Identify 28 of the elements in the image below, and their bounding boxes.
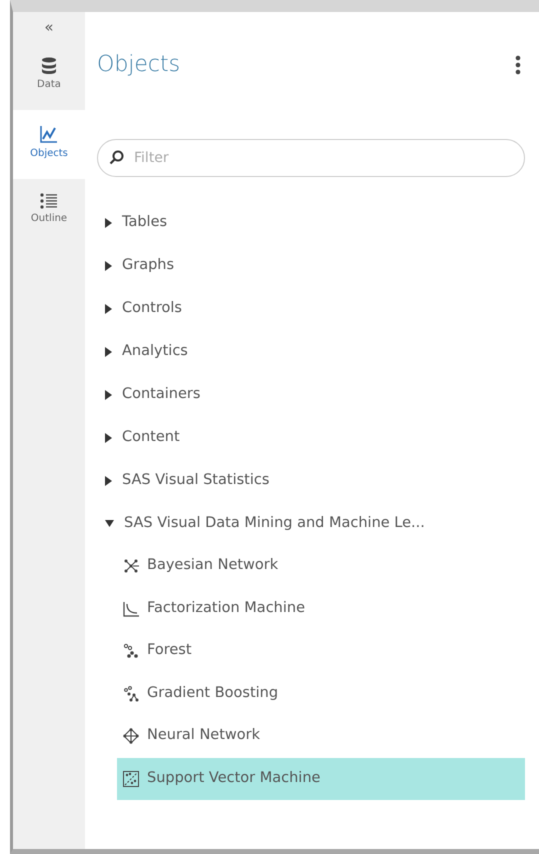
tree-item[interactable]: Tables (97, 201, 525, 244)
line-chart-icon (39, 124, 59, 144)
curve-chart-icon (123, 600, 139, 617)
tree-item[interactable]: Content (97, 416, 525, 459)
tree-item[interactable]: Graphs (97, 244, 525, 287)
tree-item[interactable]: Containers (97, 373, 525, 416)
tree-item[interactable]: Controls (97, 287, 525, 330)
network-icon (123, 558, 139, 574)
collapse-button[interactable]: « (44, 12, 54, 42)
tree-item[interactable]: SAS Visual Data Mining and Machine Le... (97, 502, 525, 545)
tree-item[interactable]: SAS Visual Statistics (97, 459, 525, 502)
tree-item[interactable]: Neural Network (117, 715, 525, 758)
database-icon (41, 56, 57, 74)
tree-item[interactable]: Analytics (97, 330, 525, 373)
scatter-icon (123, 770, 139, 787)
tree-dots-icon (123, 686, 139, 702)
tree-item[interactable]: Support Vector Machine (117, 758, 525, 800)
sidebar-tab[interactable]: Objects (13, 110, 85, 178)
tree-item[interactable]: Factorization Machine (117, 588, 525, 630)
panel-title: Objects (97, 51, 180, 79)
network-icon (123, 728, 139, 744)
search-icon (109, 150, 124, 165)
tree-item[interactable]: Forest (117, 630, 525, 672)
list-icon (40, 192, 58, 208)
tree-item[interactable]: Bayesian Network (117, 545, 525, 588)
dots-icon (123, 643, 139, 660)
filter-field[interactable]: Filter (97, 139, 525, 177)
tree-item[interactable]: Gradient Boosting (117, 672, 525, 715)
